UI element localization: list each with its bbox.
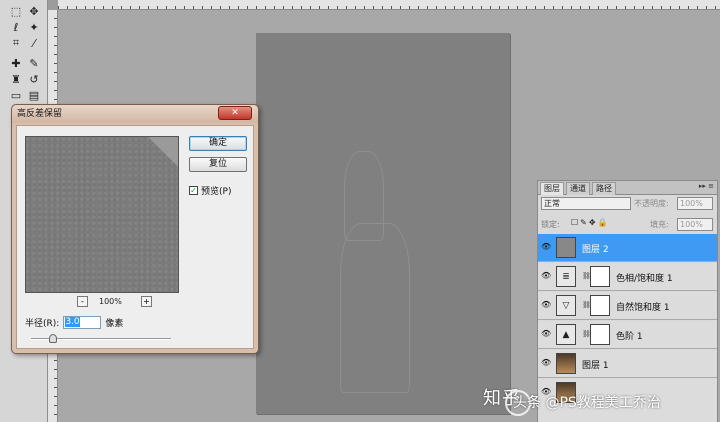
blend-mode-select[interactable]: 正常 [541, 197, 631, 210]
layer-row-layer1[interactable]: 👁 图层 1 [538, 350, 717, 378]
healing-brush-icon[interactable]: ✚ [8, 56, 24, 70]
brush-tool-icon[interactable]: ✎ [26, 56, 42, 70]
fill-label: 填充: [650, 220, 669, 229]
link-icon: ⛓ [582, 301, 591, 309]
mask-thumbnail [590, 266, 610, 287]
link-icon: ⛓ [582, 330, 591, 338]
mask-thumbnail [590, 295, 610, 316]
eye-icon[interactable]: 👁 [541, 271, 551, 281]
lasso-tool-icon[interactable]: ℓ [8, 20, 24, 34]
crop-tool-icon[interactable]: ⌗ [8, 36, 24, 50]
close-icon[interactable]: ✕ [218, 106, 252, 120]
blend-row: 正常 不透明度: 100% [541, 197, 716, 211]
preview-label: 预览(P) [201, 187, 232, 197]
marquee-tool-icon[interactable]: ⬚ [8, 4, 24, 18]
layer-row-layer2[interactable]: 👁 图层 2 [538, 234, 717, 262]
layer-name: 色相/饱和度 1 [616, 274, 673, 284]
watermark-sub: 头条 @PS教程美工乔治 [513, 395, 661, 411]
dialog-body: - 100% + 确定 复位 ✓ 预览(P) 半径(R): 3.0 像素 [16, 125, 254, 349]
mask-thumbnail [590, 324, 610, 345]
eye-icon[interactable]: 👁 [541, 242, 551, 252]
filter-preview[interactable] [25, 136, 179, 293]
move-tool-icon[interactable]: ✥ [26, 4, 42, 18]
layer-name: 图层 2 [582, 245, 609, 255]
layer-thumbnail [556, 353, 576, 374]
vibrance-icon: ▽ [556, 295, 576, 316]
layer-name: 色阶 1 [616, 332, 643, 342]
history-brush-icon[interactable]: ↺ [26, 72, 42, 86]
zoom-controls: - 100% + [25, 296, 179, 308]
eraser-tool-icon[interactable]: ▭ [8, 88, 24, 102]
radius-input[interactable]: 3.0 [63, 316, 102, 329]
zoom-level: 100% [99, 297, 122, 306]
panel-tabs: 图层 通道 路径 ▸▸ ≡ [538, 181, 717, 195]
horizontal-ruler [58, 0, 720, 10]
eyedropper-icon[interactable]: ⁄ [26, 36, 42, 50]
figure-outline-body [340, 223, 410, 393]
preview-corner-highlight [138, 137, 178, 171]
eye-icon[interactable]: 👁 [541, 329, 551, 339]
document-canvas[interactable] [256, 33, 510, 414]
eye-icon[interactable]: 👁 [541, 358, 551, 368]
tab-layers[interactable]: 图层 [540, 182, 564, 195]
panel-menu-icon[interactable]: ▸▸ ≡ [699, 182, 714, 190]
magic-wand-icon[interactable]: ✦ [26, 20, 42, 34]
high-pass-dialog: 高反差保留 ✕ - 100% + 确定 复位 ✓ 预览(P) 半径(R): 3.… [11, 104, 259, 354]
link-icon: ⛓ [582, 272, 591, 280]
hue-saturation-icon: ≣ [556, 266, 576, 287]
tab-channels[interactable]: 通道 [566, 182, 590, 195]
lock-icons[interactable]: ☐✎✥🔒 [571, 218, 610, 227]
reset-button[interactable]: 复位 [189, 157, 247, 172]
layer-row-levels[interactable]: 👁 ▲ ⛓ 色阶 1 [538, 321, 717, 349]
layer-row-vibrance[interactable]: 👁 ▽ ⛓ 自然饱和度 1 [538, 292, 717, 320]
layer-thumbnail [556, 237, 576, 258]
lock-label: 锁定: [541, 220, 560, 229]
radius-value: 3.0 [65, 317, 80, 327]
preview-checkbox[interactable]: ✓ [189, 186, 198, 195]
ok-button[interactable]: 确定 [189, 136, 247, 151]
preview-checkbox-row[interactable]: ✓ 预览(P) [189, 184, 231, 197]
tab-paths[interactable]: 路径 [592, 182, 616, 195]
watermark: 知乎 头条 @PS教程美工乔治 [483, 378, 720, 422]
zoom-out-button[interactable]: - [77, 296, 88, 307]
radius-slider-thumb[interactable] [49, 334, 57, 343]
eye-icon[interactable]: 👁 [541, 300, 551, 310]
layer-name: 图层 1 [582, 361, 609, 371]
layer-row-hue-saturation[interactable]: 👁 ≣ ⛓ 色相/饱和度 1 [538, 263, 717, 291]
lock-row: 锁定: ☐✎✥🔒 填充: 100% [541, 218, 716, 232]
layer-name: 自然饱和度 1 [616, 303, 670, 313]
gradient-tool-icon[interactable]: ▤ [26, 88, 42, 102]
radius-unit: 像素 [105, 319, 124, 329]
radius-label: 半径(R): [25, 319, 60, 329]
zoom-in-button[interactable]: + [141, 296, 152, 307]
opacity-label: 不透明度: [634, 199, 669, 208]
stamp-tool-icon[interactable]: ♜ [8, 72, 24, 86]
levels-icon: ▲ [556, 324, 576, 345]
opacity-field[interactable]: 100% [677, 197, 713, 210]
fill-field[interactable]: 100% [677, 218, 713, 231]
radius-row: 半径(R): 3.0 像素 [25, 316, 123, 329]
